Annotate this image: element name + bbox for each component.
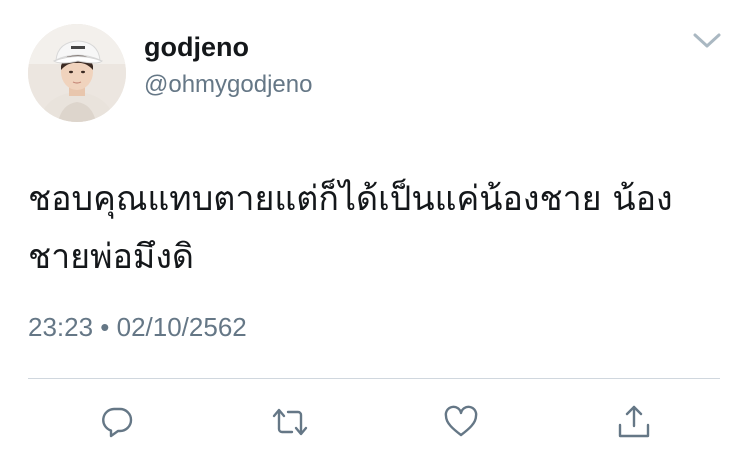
share-button[interactable] [614, 402, 654, 442]
reply-button[interactable] [97, 402, 137, 442]
tweet-timestamp[interactable]: 23:23 • 02/10/2562 [28, 310, 247, 344]
divider [28, 378, 720, 379]
heart-icon [444, 405, 478, 437]
chevron-down-icon[interactable] [690, 28, 724, 52]
share-icon [618, 405, 650, 438]
user-handle[interactable]: @ohmygodjeno [144, 70, 312, 100]
display-name[interactable]: godjeno [144, 30, 249, 64]
like-button[interactable] [441, 402, 481, 442]
retweet-button[interactable] [270, 402, 310, 442]
tweet-card: godjeno @ohmygodjeno ชอบคุณแทบตายแต่ก็ได… [0, 0, 750, 467]
tweet-text: ชอบคุณแทบตายแต่ก็ได้เป็นแค่น้องชาย น้องช… [28, 179, 673, 277]
reply-icon [102, 407, 133, 438]
avatar[interactable] [28, 24, 126, 122]
retweet-icon [272, 408, 308, 436]
avatar-image [28, 24, 126, 122]
